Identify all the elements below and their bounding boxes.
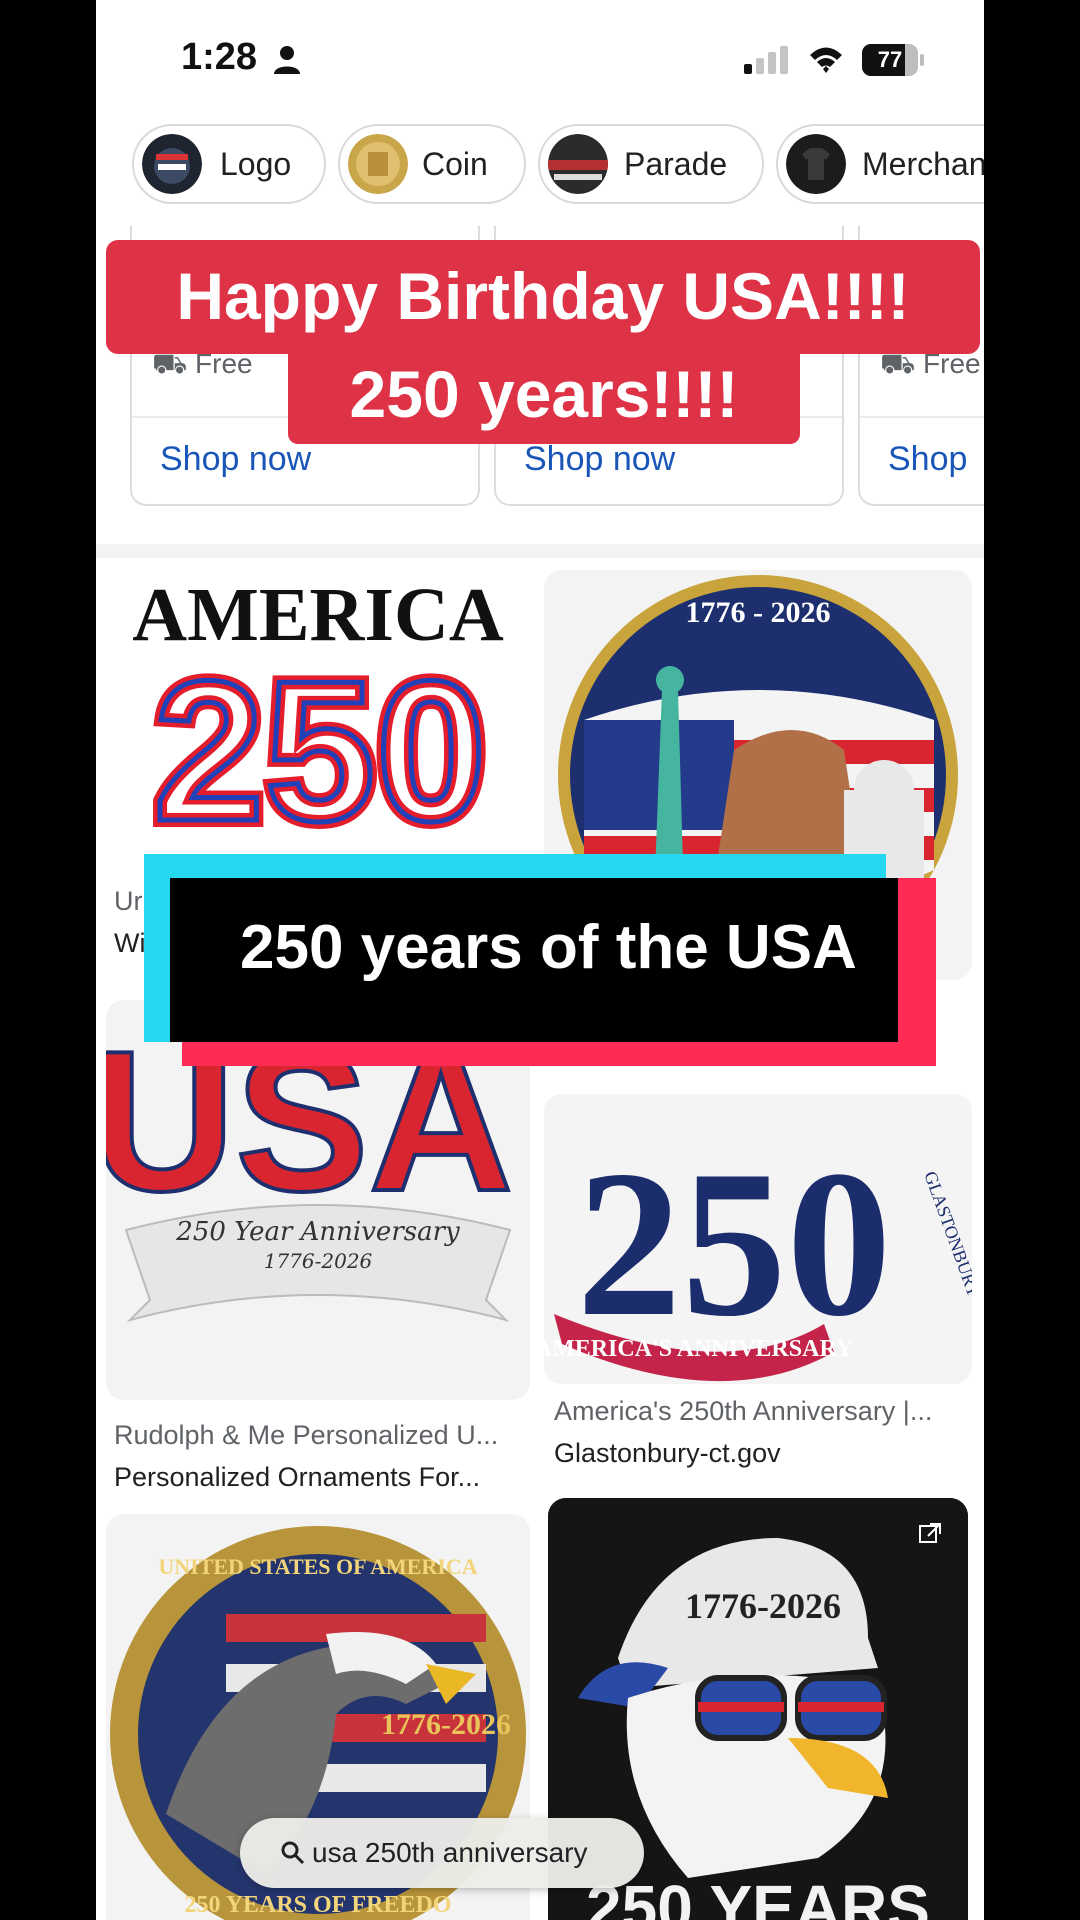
merchandise-thumbnail xyxy=(786,134,846,194)
status-time: 1:28 xyxy=(181,36,258,78)
svg-text:1776-2026: 1776-2026 xyxy=(685,1586,841,1626)
svg-text:1776-2026: 1776-2026 xyxy=(381,1708,511,1741)
parade-thumbnail xyxy=(548,134,608,194)
result-title[interactable]: Personalized Ornaments For... xyxy=(114,1462,524,1493)
svg-text:250 Year Anniversary: 250 Year Anniversary xyxy=(175,1217,460,1247)
glastonbury-250-logo-image: 250 AMERICA'S ANNIVERSARY GLASTONBURY xyxy=(544,1094,972,1384)
caption-text: 250 years of the USA xyxy=(240,913,857,982)
image-result-america-250[interactable]: AMERICA 250 250 xyxy=(106,570,530,870)
section-divider xyxy=(96,544,984,558)
svg-text:AMERICA'S ANNIVERSARY: AMERICA'S ANNIVERSARY xyxy=(544,1336,853,1362)
logo-thumbnail xyxy=(142,134,202,194)
svg-text:250: 250 xyxy=(153,640,487,863)
result-source[interactable]: America's 250th Anniversary |... xyxy=(554,1396,972,1427)
battery-indicator: 77 xyxy=(862,44,924,76)
america-250-logo-image: AMERICA 250 250 xyxy=(132,573,504,870)
shop-now-link[interactable]: Shop now xyxy=(160,440,311,479)
shop-now-link[interactable]: Shop xyxy=(888,440,967,479)
person-icon xyxy=(274,46,300,74)
banner-line-1: Happy Birthday USA!!!! xyxy=(106,240,980,354)
battery-level: 77 xyxy=(877,47,903,72)
open-external-icon[interactable] xyxy=(918,1522,942,1546)
svg-text:250: 250 xyxy=(577,1128,892,1360)
svg-text:1776 - 2026: 1776 - 2026 xyxy=(686,596,831,629)
chip-label: Coin xyxy=(422,146,488,182)
coin-thumbnail xyxy=(348,134,408,194)
result-source[interactable]: Rudolph & Me Personalized U... xyxy=(114,1420,524,1451)
image-result-glastonbury-250[interactable]: 250 AMERICA'S ANNIVERSARY GLASTONBURY xyxy=(544,1094,972,1384)
svg-text:1776-2026: 1776-2026 xyxy=(264,1249,373,1273)
svg-text:250 YEARS OF FREEDO: 250 YEARS OF FREEDO xyxy=(185,1892,452,1918)
chip-label: Parade xyxy=(624,146,728,182)
search-icon xyxy=(281,1841,305,1865)
svg-text:250 YEARS: 250 YEARS xyxy=(586,1872,930,1920)
status-bar: 1:28 77 xyxy=(96,0,984,110)
caption-overlay: 250 years of the USA xyxy=(144,854,936,1066)
result-title[interactable]: Glastonbury-ct.gov xyxy=(554,1438,972,1469)
search-query: usa 250th anniversary xyxy=(312,1837,588,1868)
chip-logo[interactable]: Logo xyxy=(132,124,326,204)
search-pill[interactable]: usa 250th anniversary xyxy=(240,1818,644,1888)
wifi-icon xyxy=(810,47,842,73)
cellular-signal-icon xyxy=(744,46,788,74)
chip-label: Logo xyxy=(220,146,292,182)
chip-parade[interactable]: Parade xyxy=(538,124,764,204)
banner-line-2: 250 years!!!! xyxy=(288,344,800,444)
chip-merchandise[interactable]: Merchan xyxy=(776,124,984,204)
filter-chips: Logo Coin Parade Merchan xyxy=(132,124,984,208)
svg-text:UNITED STATES OF AMERICA: UNITED STATES OF AMERICA xyxy=(158,1554,477,1579)
chip-coin[interactable]: Coin xyxy=(338,124,526,204)
shop-now-link[interactable]: Shop now xyxy=(524,440,675,479)
chip-label: Merchan xyxy=(862,146,984,182)
